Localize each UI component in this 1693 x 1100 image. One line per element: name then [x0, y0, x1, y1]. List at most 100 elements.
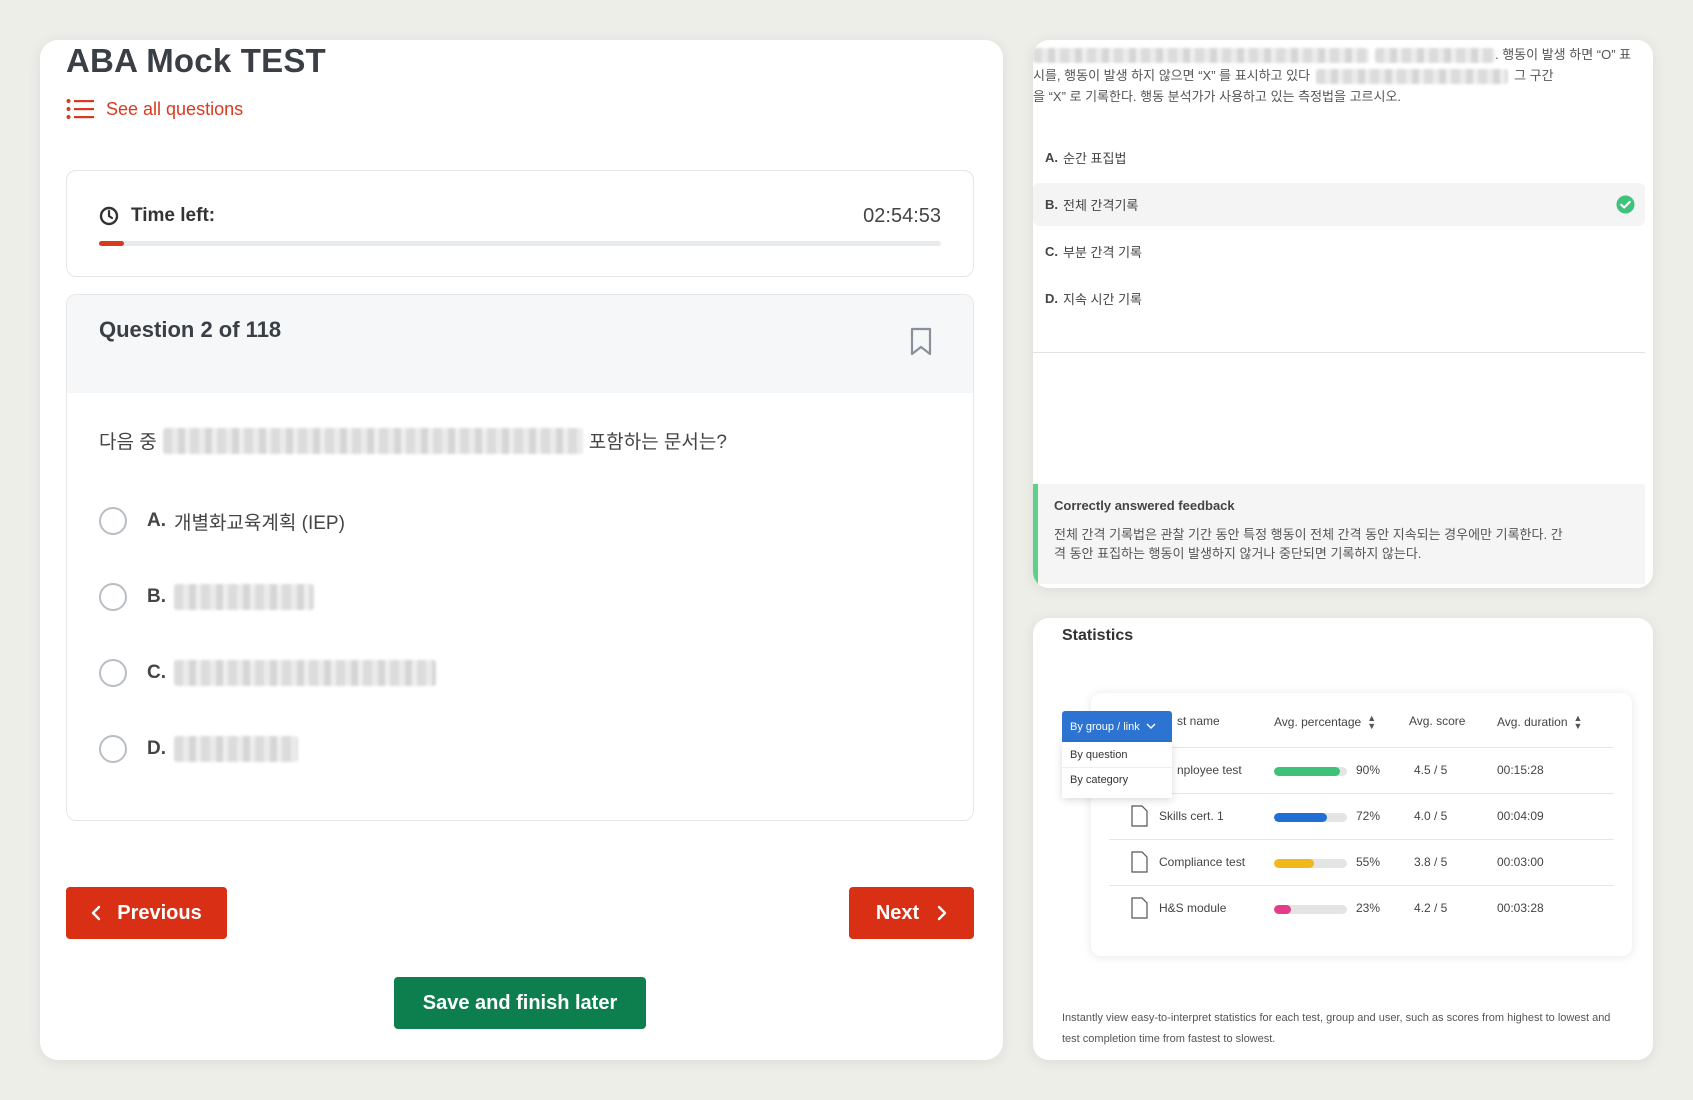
time-left-label-group: Time left: — [99, 205, 215, 227]
avg-score: 3.8 / 5 — [1414, 855, 1448, 869]
previous-label: Previous — [117, 901, 202, 924]
radio-button[interactable] — [99, 735, 127, 763]
option-letter: B. — [147, 586, 166, 607]
option-c[interactable]: C. — [99, 635, 436, 711]
redacted-text — [174, 660, 436, 686]
clock-icon — [99, 206, 131, 226]
option-letter: C. — [1045, 244, 1058, 259]
dropdown-selected-label: By group / link — [1070, 720, 1140, 733]
percentage-bar-fill — [1274, 859, 1315, 868]
group-by-dropdown-menu: By question By category — [1062, 742, 1172, 798]
radio-button[interactable] — [99, 659, 127, 687]
bookmark-icon[interactable] — [909, 327, 933, 362]
avg-duration: 00:15:28 — [1497, 763, 1544, 777]
option-letter: A. — [1045, 150, 1058, 165]
next-button[interactable]: Next — [849, 887, 974, 939]
document-icon — [1131, 851, 1148, 876]
redacted-text — [174, 584, 314, 610]
answer-options: A. 개별화교육계획 (IEP) B. C. D. — [99, 483, 436, 787]
question-number: Question 2 of 118 — [99, 317, 282, 342]
option-text: 전체 간격기록 — [1063, 198, 1139, 213]
time-left-value: 02:54:53 — [863, 205, 941, 227]
table-row[interactable]: nployee test 90% 4.5 / 5 00:15:28 — [1109, 747, 1614, 793]
question-suffix: 포함하는 문서는? — [588, 432, 727, 453]
feedback-line-2: 격 동안 표집하는 행동이 발생하지 않거나 중단되면 기록하지 않는다. — [1054, 546, 1422, 561]
feedback-text: 전체 간격 기록법은 관찰 기간 동안 특정 행동이 전체 간격 동안 지속되는… — [1054, 525, 1629, 563]
percentage-bar-fill — [1274, 905, 1291, 914]
column-header-avg-score[interactable]: Avg. score — [1409, 714, 1465, 728]
quiz-title: ABA Mock TEST — [66, 42, 326, 79]
percentage-label: 55% — [1356, 855, 1381, 869]
dropdown-option-by-question[interactable]: By question — [1062, 742, 1172, 767]
question-panel: Question 2 of 118 다음 중 포함하는 문서는? A. 개별화교… — [66, 294, 974, 821]
passage-line3: 을 “X” 로 기록한다. 행동 분석가가 사용하고 있는 측정법을 고르시오. — [1033, 89, 1402, 104]
column-header-name[interactable]: st name — [1177, 714, 1220, 728]
option-letter: C. — [147, 662, 166, 683]
table-row[interactable]: Compliance test 55% 3.8 / 5 00:03:00 — [1109, 839, 1614, 885]
option-d[interactable]: D. — [99, 711, 436, 787]
caption-line-2: test completion time from fastest to slo… — [1062, 1033, 1276, 1045]
see-all-questions-link[interactable]: See all questions — [66, 98, 243, 120]
percentage-bar — [1274, 813, 1347, 822]
statistics-card: Statistics st name Avg. percentage ▲ ▼ Av… — [1033, 618, 1653, 1060]
passage-line2-tail: 그 구간 — [1514, 68, 1554, 83]
statistics-caption: Instantly view easy-to-interpret statist… — [1062, 1008, 1632, 1050]
group-by-dropdown[interactable]: By group / link — [1062, 711, 1172, 742]
redacted-text — [162, 427, 583, 454]
avg-duration: 00:03:28 — [1497, 901, 1544, 915]
redacted-text — [174, 736, 298, 762]
radio-button[interactable] — [99, 583, 127, 611]
test-name: Skills cert. 1 — [1159, 809, 1224, 823]
review-option-a[interactable]: A. 순간 표집법 — [1033, 136, 1645, 179]
statistics-table: st name Avg. percentage ▲ ▼ Avg. score Av… — [1091, 693, 1632, 956]
avg-score: 4.0 / 5 — [1414, 809, 1448, 823]
percentage-bar — [1274, 859, 1347, 868]
table-row[interactable]: H&S module 23% 4.2 / 5 00:03:28 — [1109, 885, 1614, 931]
passage-line1-tail: . 행동이 발생 하면 “O” 표 — [1495, 47, 1632, 62]
review-option-c[interactable]: C. 부분 간격 기록 — [1033, 230, 1645, 273]
redacted-text — [1033, 48, 1369, 64]
passage-line2-head: 시를, 행동이 발생 하지 않으면 “X” 를 표시하고 있다 — [1033, 68, 1311, 83]
option-b[interactable]: B. — [99, 559, 436, 635]
time-left-label: Time left: — [131, 205, 216, 226]
column-label: Avg. percentage — [1274, 715, 1362, 729]
question-passage: . 행동이 발생 하면 “O” 표 시를, 행동이 발생 하지 않으면 “X” … — [1033, 44, 1645, 107]
dropdown-option-by-category[interactable]: By category — [1062, 767, 1172, 792]
test-name: H&S module — [1159, 901, 1227, 915]
radio-button[interactable] — [99, 507, 127, 535]
feedback-panel: Correctly answered feedback 전체 간격 기록법은 관… — [1033, 484, 1645, 584]
option-letter: A. — [147, 510, 166, 531]
review-options: A. 순간 표집법 B. 전체 간격기록 C. 부분 간격 기록 D. 지속 시… — [1033, 136, 1645, 324]
check-circle-icon — [1616, 195, 1635, 217]
save-and-finish-later-button[interactable]: Save and finish later — [394, 977, 646, 1029]
avg-score: 4.5 / 5 — [1414, 763, 1448, 777]
avg-duration: 00:03:00 — [1497, 855, 1544, 869]
percentage-bar-fill — [1274, 767, 1340, 776]
sort-icon: ▲ ▼ — [1573, 713, 1583, 731]
divider — [1033, 352, 1645, 353]
percentage-bar — [1274, 767, 1347, 776]
document-icon — [1131, 897, 1148, 922]
review-option-b[interactable]: B. 전체 간격기록 — [1033, 183, 1645, 226]
chevron-left-icon — [91, 905, 117, 921]
percentage-bar-fill — [1274, 813, 1327, 822]
previous-button[interactable]: Previous — [66, 887, 227, 939]
table-row[interactable]: Skills cert. 1 72% 4.0 / 5 00:04:09 — [1109, 793, 1614, 839]
statistics-title: Statistics — [1062, 627, 1134, 644]
redacted-text — [1375, 48, 1495, 64]
see-all-label: See all questions — [106, 98, 244, 119]
column-header-avg-duration[interactable]: Avg. duration ▲ ▼ — [1497, 713, 1583, 731]
option-letter: B. — [1045, 197, 1058, 212]
column-header-avg-percentage[interactable]: Avg. percentage ▲ ▼ — [1274, 714, 1376, 731]
review-option-d[interactable]: D. 지속 시간 기록 — [1033, 277, 1645, 320]
avg-score: 4.2 / 5 — [1414, 901, 1448, 915]
chevron-down-icon — [1140, 723, 1156, 730]
percentage-label: 72% — [1356, 809, 1381, 823]
time-progress-fill — [99, 241, 125, 246]
redacted-text — [1316, 69, 1509, 85]
option-a[interactable]: A. 개별화교육계획 (IEP) — [99, 483, 436, 559]
percentage-bar — [1274, 905, 1347, 914]
avg-duration: 00:04:09 — [1497, 809, 1544, 823]
time-progress-bar — [99, 241, 941, 246]
option-text: 개별화교육계획 (IEP) — [174, 512, 345, 534]
